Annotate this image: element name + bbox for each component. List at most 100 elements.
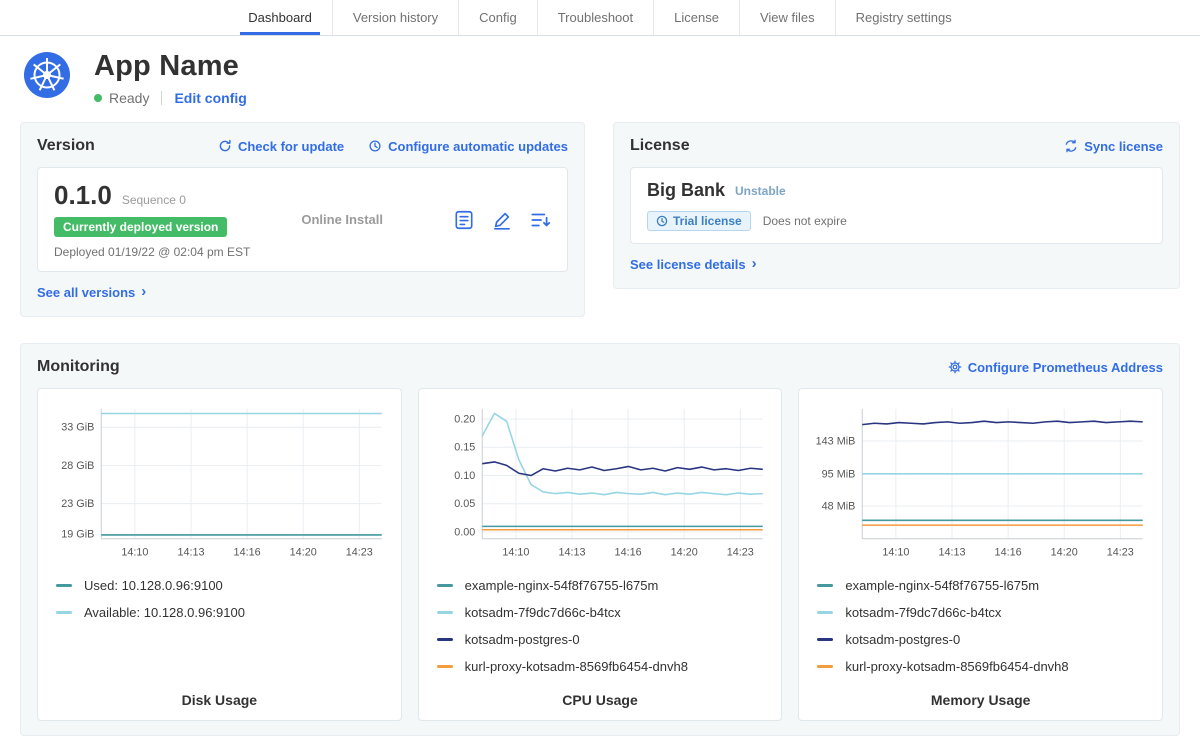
sync-license-link[interactable]: Sync license [1064,139,1163,154]
license-card: Big Bank Unstable Trial license Does not… [630,167,1163,244]
svg-text:0.20: 0.20 [454,413,475,425]
memory-usage-chart: 48 MiB95 MiB143 MiB14:1014:1314:1614:201… [813,401,1148,564]
chart-canvas: 48 MiB95 MiB143 MiB14:1014:1314:1614:201… [813,401,1148,564]
legend-item: example-nginx-54f8f76755-l675m [433,572,768,599]
tab-registry-settings[interactable]: Registry settings [835,0,972,35]
legend-dash [817,584,833,587]
legend-item: kotsadm-postgres-0 [433,626,768,653]
deploy-logs-icon[interactable] [529,209,551,231]
app-status-row: Ready Edit config [94,90,247,106]
version-panel-title: Version [37,137,95,155]
svg-text:14:13: 14:13 [558,547,585,559]
legend-item: Available: 10.128.0.96:9100 [52,599,387,626]
legend-label: example-nginx-54f8f76755-l675m [465,578,659,593]
chevron-right-icon: › [141,284,146,299]
legend-label: example-nginx-54f8f76755-l675m [845,578,1039,593]
license-expiry: Does not expire [763,214,847,228]
version-panel: Version Check for update [20,122,585,317]
legend-label: kotsadm-7f9dc7d66c-b4tcx [465,605,621,620]
svg-text:14:13: 14:13 [177,547,204,559]
configure-automatic-updates-link[interactable]: Configure automatic updates [368,139,568,154]
chart-title: Memory Usage [813,680,1148,708]
see-all-versions-link[interactable]: See all versions › [37,285,146,300]
release-notes-icon[interactable] [453,209,475,231]
chart-card-memory: 48 MiB95 MiB143 MiB14:1014:1314:1614:201… [798,388,1163,721]
svg-text:14:20: 14:20 [290,547,317,559]
check-for-update-label: Check for update [238,139,344,154]
svg-text:0.15: 0.15 [454,442,475,454]
license-panel-head: License Sync license [630,137,1163,155]
svg-text:0.00: 0.00 [454,526,475,538]
refresh-icon [218,139,232,153]
svg-text:14:23: 14:23 [726,547,753,559]
svg-text:14:10: 14:10 [121,547,148,559]
tab-license[interactable]: License [653,0,739,35]
version-info: 0.1.0 Sequence 0 Currently deployed vers… [54,180,301,259]
chart-title: Disk Usage [52,680,387,708]
legend-label: Available: 10.128.0.96:9100 [84,605,245,620]
version-panel-foot: See all versions › [37,284,568,302]
cpu-usage-legend: example-nginx-54f8f76755-l675m kotsadm-7f… [433,572,768,680]
legend-label: kotsadm-postgres-0 [845,632,960,647]
chevron-right-icon: › [752,256,757,271]
version-panel-head: Version Check for update [37,137,568,155]
version-number: 0.1.0 [54,180,112,211]
gear-icon [948,360,962,374]
chart-canvas: 0.000.050.100.150.2014:1014:1314:1614:20… [433,401,768,564]
configure-prometheus-label: Configure Prometheus Address [968,360,1163,375]
tab-config[interactable]: Config [458,0,537,35]
svg-text:14:13: 14:13 [939,547,966,559]
see-license-details-link[interactable]: See license details › [630,257,757,272]
memory-usage-legend: example-nginx-54f8f76755-l675m kotsadm-7f… [813,572,1148,680]
tab-version-history[interactable]: Version history [332,0,458,35]
charts-row: 19 GiB23 GiB28 GiB33 GiB14:1014:1314:161… [37,388,1163,721]
top-nav: DashboardVersion historyConfigTroublesho… [0,0,1200,36]
legend-dash [437,584,453,587]
svg-text:28 GiB: 28 GiB [61,460,94,472]
tab-view-files[interactable]: View files [739,0,835,35]
version-panel-links: Check for update Configure automatic upd… [218,139,568,154]
tab-troubleshoot[interactable]: Troubleshoot [537,0,653,35]
legend-dash [437,611,453,614]
svg-text:14:16: 14:16 [234,547,261,559]
license-panel-foot: See license details › [630,256,1163,274]
svg-text:33 GiB: 33 GiB [61,422,94,434]
chart-card-cpu: 0.000.050.100.150.2014:1014:1314:1614:20… [418,388,783,721]
legend-item: kotsadm-7f9dc7d66c-b4tcx [433,599,768,626]
configure-automatic-updates-label: Configure automatic updates [388,139,568,154]
legend-label: kotsadm-7f9dc7d66c-b4tcx [845,605,1001,620]
page-title: App Name [94,50,247,83]
legend-item: example-nginx-54f8f76755-l675m [813,572,1148,599]
check-for-update-link[interactable]: Check for update [218,139,344,154]
legend-item: Used: 10.128.0.96:9100 [52,572,387,599]
svg-text:14:10: 14:10 [883,547,910,559]
license-panel: License Sync license Big Bank Unstable [613,122,1180,289]
legend-item: kurl-proxy-kotsadm-8569fb6454-dnvh8 [813,653,1148,680]
svg-text:14:20: 14:20 [670,547,697,559]
chart-canvas: 19 GiB23 GiB28 GiB33 GiB14:1014:1314:161… [52,401,387,564]
license-panel-title: License [630,137,690,155]
legend-label: kurl-proxy-kotsadm-8569fb6454-dnvh8 [465,659,688,674]
edit-config-icon[interactable] [491,209,513,231]
configure-prometheus-link[interactable]: Configure Prometheus Address [948,360,1163,375]
version-number-row: 0.1.0 Sequence 0 [54,180,301,211]
chart-card-disk: 19 GiB23 GiB28 GiB33 GiB14:1014:1314:161… [37,388,402,721]
install-type-label: Online Install [301,212,383,227]
tab-dashboard[interactable]: Dashboard [228,0,332,35]
legend-item: kurl-proxy-kotsadm-8569fb6454-dnvh8 [433,653,768,680]
disk-usage-chart: 19 GiB23 GiB28 GiB33 GiB14:1014:1314:161… [52,401,387,564]
legend-dash [56,611,72,614]
legend-label: kotsadm-postgres-0 [465,632,580,647]
legend-dash [56,584,72,587]
svg-text:14:16: 14:16 [614,547,641,559]
svg-text:143 MiB: 143 MiB [816,435,856,447]
legend-item: kotsadm-postgres-0 [813,626,1148,653]
svg-text:0.05: 0.05 [454,498,475,510]
edit-config-link[interactable]: Edit config [174,90,246,106]
sync-arrows-icon [1064,139,1078,153]
license-name: Big Bank [647,180,725,201]
svg-text:19 GiB: 19 GiB [61,529,94,541]
see-all-versions-label: See all versions [37,285,135,300]
status-label: Ready [109,90,149,106]
svg-text:0.10: 0.10 [454,470,475,482]
